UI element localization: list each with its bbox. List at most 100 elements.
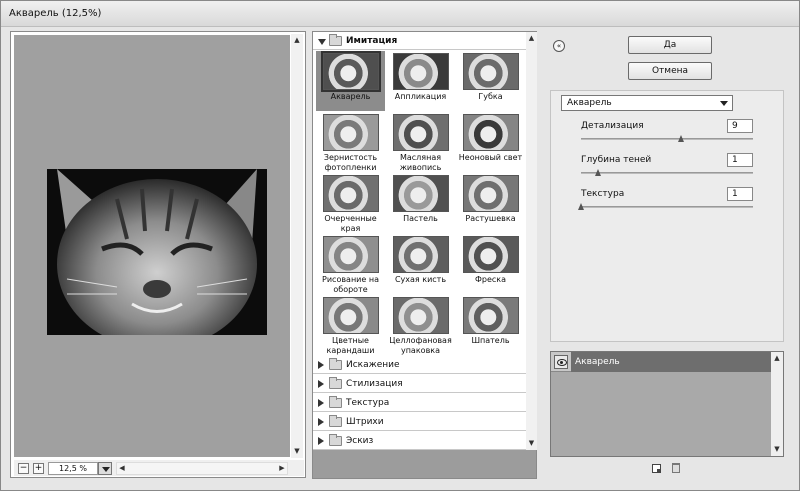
parameter-value-input[interactable]: 1	[727, 153, 753, 167]
category-item[interactable]: Стилизация	[313, 375, 526, 393]
expand-arrow-icon[interactable]	[318, 361, 324, 369]
category-item[interactable]: Искажение	[313, 356, 526, 374]
filter-list: Имитация Акварель Аппликация Губка Зернисто…	[313, 32, 526, 450]
slider-knob[interactable]	[677, 135, 684, 142]
filter-name-line: Фреска	[474, 275, 507, 284]
folder-icon	[329, 415, 342, 427]
filter-thumbnail[interactable]: Очерченные края	[316, 173, 385, 233]
filter-thumbnail[interactable]: Аппликация	[386, 51, 455, 111]
filter-name-line: Рисование на	[322, 275, 379, 284]
filter-name-line: Растушевка	[465, 214, 516, 223]
ok-button[interactable]: Да	[628, 36, 712, 54]
scroll-up-icon[interactable]: ▲	[526, 34, 537, 43]
parameter-value-input[interactable]: 1	[727, 187, 753, 201]
filter-name-line: Масляная	[399, 153, 442, 162]
filter-thumbnail[interactable]: Целлофановая упаковка	[386, 295, 455, 355]
preview-canvas[interactable]	[14, 35, 290, 457]
filter-thumbnail[interactable]: Неоновый свет	[456, 112, 525, 172]
filter-preview-image	[323, 236, 379, 273]
collapse-gallery-icon[interactable]: «	[553, 40, 565, 52]
filter-name-line: карандаши	[326, 346, 375, 355]
filter-thumbnail[interactable]: Акварель	[316, 51, 385, 111]
category-item[interactable]: Текстура	[313, 394, 526, 412]
filter-select[interactable]: Акварель	[561, 95, 733, 111]
parameter-slider[interactable]	[581, 169, 753, 176]
delete-effect-layer-icon[interactable]	[672, 463, 680, 473]
filter-thumbnail[interactable]: Растушевка	[456, 173, 525, 233]
preview-vertical-scrollbar[interactable]: ▲ ▼	[291, 34, 303, 458]
filter-name-line: Неоновый свет	[458, 153, 523, 162]
expand-arrow-icon[interactable]	[318, 39, 326, 45]
filter-gallery-window: Акварель (12,5%) ▲ ▼ − + 12,5 % ◀ ▶ Имит…	[0, 0, 800, 491]
expand-arrow-icon[interactable]	[318, 399, 324, 407]
preview-horizontal-scrollbar[interactable]: ◀ ▶	[116, 462, 288, 475]
filter-name-line: Акварель	[330, 92, 371, 101]
filter-name: Пастель	[386, 214, 455, 224]
effect-layers-panel: Акварель ▲ ▼	[550, 351, 784, 457]
filter-thumbnail[interactable]: Масляная живопись	[386, 112, 455, 172]
effect-layer-name[interactable]: Акварель	[571, 352, 771, 372]
expand-arrow-icon[interactable]	[318, 380, 324, 388]
filter-name-line: фотопленки	[324, 163, 377, 172]
filter-thumbnail[interactable]: Шпатель	[456, 295, 525, 355]
filter-name-line: Зернистость	[323, 153, 378, 162]
parameter-slider[interactable]	[581, 135, 753, 142]
filter-thumbnail[interactable]: Цветные карандаши	[316, 295, 385, 355]
filter-name: Зернистость фотопленки	[316, 153, 385, 173]
filter-name: Растушевка	[456, 214, 525, 224]
zoom-dropdown-button[interactable]	[98, 462, 112, 475]
gallery-scrollbar[interactable]: ▲ ▼	[526, 32, 537, 450]
category-label: Эскиз	[346, 436, 374, 446]
scroll-up-icon[interactable]: ▲	[772, 354, 782, 363]
parameter-label: Текстура	[581, 189, 625, 199]
filter-thumbnail[interactable]: Зернистость фотопленки	[316, 112, 385, 172]
filter-preview-image	[463, 53, 519, 90]
filter-thumbnail[interactable]: Фреска	[456, 234, 525, 294]
filter-name-line: Шпатель	[471, 336, 510, 345]
filter-name: Губка	[456, 92, 525, 102]
parameter-value-input[interactable]: 9	[727, 119, 753, 133]
filter-name-line: упаковка	[400, 346, 441, 355]
zoom-out-button[interactable]: −	[18, 463, 29, 474]
zoom-in-button[interactable]: +	[33, 463, 44, 474]
filter-thumbnail[interactable]: Рисование на обороте	[316, 234, 385, 294]
effect-layer-row[interactable]: Акварель	[551, 352, 771, 372]
filter-preview-image	[393, 114, 449, 151]
filter-name: Масляная живопись	[386, 153, 455, 173]
layers-scrollbar[interactable]: ▲ ▼	[771, 352, 783, 456]
scroll-down-icon[interactable]: ▼	[292, 447, 302, 456]
eye-visibility-icon[interactable]	[554, 355, 568, 369]
scroll-down-icon[interactable]: ▼	[772, 445, 782, 454]
filter-name-line: Пастель	[403, 214, 438, 223]
scroll-up-icon[interactable]: ▲	[292, 36, 302, 45]
filter-name: Целлофановая упаковка	[386, 336, 455, 356]
zoom-level-field[interactable]: 12,5 %	[48, 462, 98, 475]
category-item[interactable]: Эскиз	[313, 432, 526, 450]
parameter-label: Детализация	[581, 121, 644, 131]
parameter-slider[interactable]	[578, 203, 753, 210]
filter-preview-image	[463, 236, 519, 273]
folder-icon	[329, 377, 342, 389]
expand-arrow-icon[interactable]	[318, 437, 324, 445]
cancel-button[interactable]: Отмена	[628, 62, 712, 80]
filter-preview-image	[323, 114, 379, 151]
expand-arrow-icon[interactable]	[318, 418, 324, 426]
slider-knob[interactable]	[578, 203, 584, 210]
filter-preview-image	[463, 297, 519, 334]
category-imitation[interactable]: Имитация	[313, 32, 526, 50]
filter-thumbnail[interactable]: Сухая кисть	[386, 234, 455, 294]
folder-icon	[329, 396, 342, 408]
filter-thumbnail[interactable]: Губка	[456, 51, 525, 111]
scroll-right-icon[interactable]: ▶	[277, 463, 287, 474]
filter-thumbnail[interactable]: Пастель	[386, 173, 455, 233]
filter-name: Фреска	[456, 275, 525, 285]
scroll-left-icon[interactable]: ◀	[117, 463, 127, 474]
category-label: Стилизация	[346, 379, 403, 389]
new-effect-layer-icon[interactable]	[652, 464, 661, 473]
folder-icon	[329, 34, 342, 46]
filter-preview-image	[321, 51, 381, 92]
category-label: Штрихи	[346, 417, 384, 427]
slider-knob[interactable]	[594, 169, 601, 176]
scroll-down-icon[interactable]: ▼	[526, 439, 537, 448]
category-item[interactable]: Штрихи	[313, 413, 526, 431]
